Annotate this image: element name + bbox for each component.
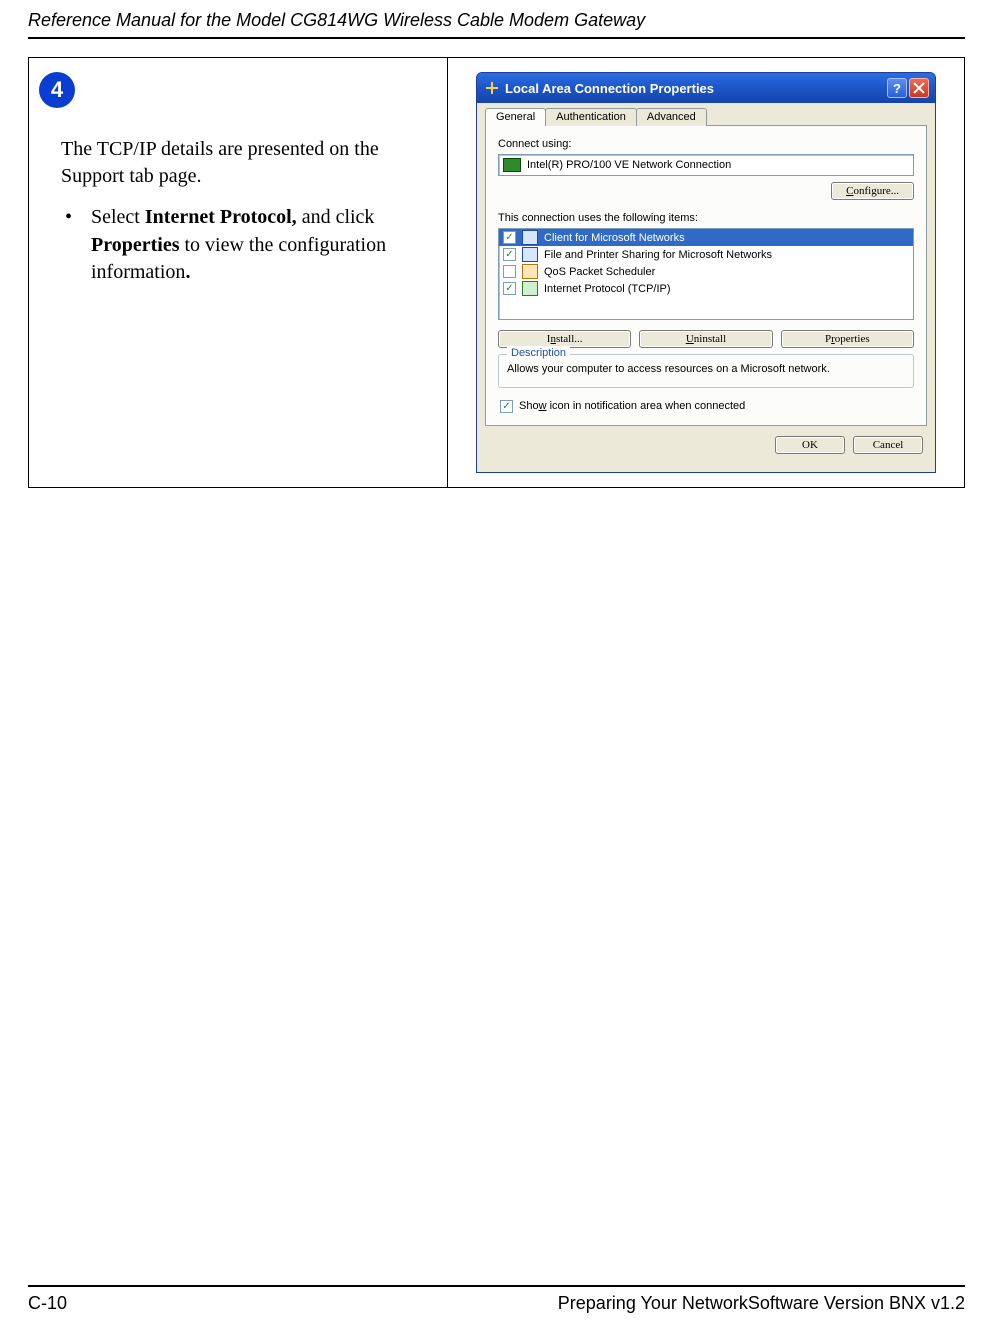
adapter-name: Intel(R) PRO/100 VE Network Connection: [527, 159, 731, 171]
item-client[interactable]: Client for Microsoft Networks: [499, 229, 913, 246]
qos-icon: [522, 264, 538, 279]
checkbox-file[interactable]: [503, 248, 516, 261]
configure-button[interactable]: Configure...: [831, 182, 914, 200]
adapter-field[interactable]: Intel(R) PRO/100 VE Network Connection: [498, 154, 914, 176]
nic-icon: [503, 158, 521, 172]
checkbox-client[interactable]: [503, 231, 516, 244]
item-label: Internet Protocol (TCP/IP): [544, 283, 671, 295]
help-button[interactable]: ?: [887, 78, 907, 98]
u-configure: C: [846, 185, 853, 197]
uninstall-button[interactable]: Uninstall: [639, 330, 772, 348]
install-button[interactable]: Install...: [498, 330, 631, 348]
item-qos[interactable]: QoS Packet Scheduler: [499, 263, 913, 280]
checkbox-tcpip[interactable]: [503, 282, 516, 295]
description-text: Allows your computer to access resources…: [507, 363, 905, 377]
tab-advanced[interactable]: Advanced: [636, 108, 707, 126]
ok-button[interactable]: OK: [775, 436, 845, 454]
item-label: QoS Packet Scheduler: [544, 266, 655, 278]
tabs: General Authentication Advanced: [477, 108, 935, 126]
dialog-title: Local Area Connection Properties: [505, 81, 714, 96]
checkbox-qos[interactable]: [503, 265, 516, 278]
bullet-text-mid: and click: [297, 206, 375, 228]
item-tcpip[interactable]: Internet Protocol (TCP/IP): [499, 280, 913, 297]
instruction-bullets: Select Internet Protocol, and click Prop…: [61, 204, 429, 287]
u-uninstall: U: [686, 333, 694, 345]
item-buttons: Install... Uninstall Properties: [498, 330, 914, 348]
properties-button[interactable]: Properties: [781, 330, 914, 348]
dialog-titlebar[interactable]: Local Area Connection Properties ?: [477, 73, 935, 103]
checkbox-show-icon[interactable]: [500, 400, 513, 413]
bullet-bold-1: Internet Protocol,: [145, 206, 297, 228]
show-icon-label: Show icon in notification area when conn…: [519, 400, 745, 412]
bullet-period: .: [185, 261, 190, 283]
u-properties: r: [831, 333, 835, 345]
page-number: C-10: [28, 1293, 67, 1314]
layout-table: 4 The TCP/IP details are presented on th…: [28, 57, 965, 488]
close-button[interactable]: [909, 78, 929, 98]
tab-authentication[interactable]: Authentication: [545, 108, 637, 126]
tcpip-icon: [522, 281, 538, 296]
xp-dialog: Local Area Connection Properties ? Gener…: [476, 72, 936, 473]
instruction-bullet: Select Internet Protocol, and click Prop…: [61, 204, 429, 287]
items-label: This connection uses the following items…: [498, 212, 914, 224]
dialog-body: General Authentication Advanced Connect …: [477, 103, 935, 472]
bullet-bold-2: Properties: [91, 234, 180, 256]
file-share-icon: [522, 247, 538, 262]
description-legend: Description: [507, 347, 570, 359]
screenshot-cell: Local Area Connection Properties ? Gener…: [448, 58, 965, 488]
si-pre: Sho: [519, 400, 539, 412]
si-u: w: [539, 400, 547, 412]
item-label: Client for Microsoft Networks: [544, 232, 685, 244]
show-icon-row[interactable]: Show icon in notification area when conn…: [500, 400, 912, 413]
page-header: Reference Manual for the Model CG814WG W…: [28, 10, 965, 39]
step-badge: 4: [39, 72, 75, 108]
dialog-footer: OK Cancel: [477, 426, 935, 462]
connect-using-label: Connect using:: [498, 138, 914, 150]
instruction-cell: 4 The TCP/IP details are presented on th…: [29, 58, 448, 488]
page-footer: C-10 Preparing Your NetworkSoftware Vers…: [28, 1285, 965, 1314]
bullet-text-pre: Select: [91, 206, 145, 228]
item-file-printer[interactable]: File and Printer Sharing for Microsoft N…: [499, 246, 913, 263]
cancel-button[interactable]: Cancel: [853, 436, 923, 454]
tab-general[interactable]: General: [485, 108, 546, 126]
instruction-intro: The TCP/IP details are presented on the …: [61, 136, 429, 190]
si-post: icon in notification area when connected: [547, 400, 746, 412]
footer-section: Preparing Your NetworkSoftware Version B…: [558, 1293, 965, 1314]
u-install: n: [550, 333, 556, 345]
client-icon: [522, 230, 538, 245]
network-icon: [485, 81, 499, 95]
item-label: File and Printer Sharing for Microsoft N…: [544, 249, 772, 261]
general-panel: Connect using: Intel(R) PRO/100 VE Netwo…: [485, 125, 927, 426]
close-icon: [913, 82, 925, 94]
description-group: Description Allows your computer to acce…: [498, 354, 914, 388]
items-box[interactable]: Client for Microsoft Networks File and P…: [498, 228, 914, 320]
